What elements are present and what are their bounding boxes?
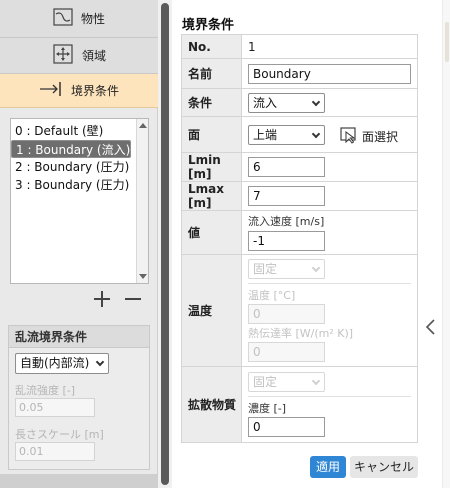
- nav-item-properties[interactable]: 物性: [0, 0, 158, 38]
- apply-button[interactable]: 適用: [310, 456, 346, 478]
- temperature-mode-value: 固定: [253, 262, 278, 276]
- chevron-down-icon: [95, 357, 105, 367]
- no-value: 1: [241, 34, 418, 59]
- panel-scrollbar-thumb[interactable]: [445, 22, 449, 62]
- temperature-label: 温度: [181, 254, 242, 367]
- chevron-down-icon: [311, 129, 321, 138]
- chevron-down-icon: [311, 376, 321, 386]
- cursor-select-icon: [340, 126, 360, 147]
- properties-table: No. 1 名前 Boundary 条件 流入 面 上端 Lmin [m] 6 …: [181, 34, 418, 443]
- temperature-value-label: 温度 [°C]: [248, 289, 296, 302]
- velocity-input[interactable]: -1: [248, 230, 325, 251]
- value-label: 値: [181, 210, 242, 255]
- face-value: 上端: [253, 127, 278, 142]
- nav-item-domain[interactable]: 領域: [0, 38, 158, 74]
- condition-value: 流入: [253, 95, 278, 110]
- temperature-input[interactable]: 0: [248, 304, 325, 324]
- turbulence-intensity-label: 乱流強度 [-]: [15, 384, 76, 397]
- lmin-input[interactable]: 6: [248, 157, 325, 177]
- nav-item-label: 物性: [80, 12, 105, 26]
- lmax-input[interactable]: 7: [248, 186, 325, 206]
- splitter-scrollbar-thumb[interactable]: [161, 3, 169, 485]
- chevron-left-icon[interactable]: [424, 318, 438, 336]
- diffusion-label: 拡散物質: [181, 366, 242, 443]
- turbulence-title: 乱流境界条件: [9, 326, 149, 348]
- turbulence-section: 乱流境界条件 自動(内部流) 乱流強度 [-] 0.05 長さスケール [m] …: [8, 325, 150, 470]
- boundary-list-rows: 0 : Default (壁) 1 : Boundary (流入) 2 : Bo…: [11, 119, 148, 283]
- turbulence-mode-select[interactable]: 自動(内部流): [15, 353, 109, 374]
- face-label: 面: [181, 116, 242, 153]
- graph-icon: [53, 8, 73, 29]
- face-select-button[interactable]: 面選択: [340, 126, 398, 147]
- scroll-up-icon[interactable]: [139, 123, 147, 128]
- temperature-mode-select[interactable]: 固定: [248, 259, 325, 279]
- face-select[interactable]: 上端: [248, 124, 325, 145]
- list-scrollbar[interactable]: [136, 119, 148, 283]
- name-label: 名前: [181, 58, 242, 89]
- panel-scrollbar[interactable]: [442, 0, 450, 488]
- divider: [248, 396, 411, 397]
- nav-item-next[interactable]: [0, 474, 158, 488]
- remove-boundary-button[interactable]: [124, 290, 142, 308]
- name-input[interactable]: Boundary: [248, 63, 411, 84]
- chevron-down-icon: [311, 263, 321, 273]
- length-scale-input[interactable]: 0.01: [15, 442, 95, 461]
- face-select-label: 面選択: [362, 130, 399, 144]
- panel-splitter[interactable]: [158, 0, 172, 488]
- nav-item-label: 領域: [81, 49, 106, 63]
- boundary-list[interactable]: 0 : Default (壁) 1 : Boundary (流入) 2 : Bo…: [10, 118, 149, 284]
- concentration-input[interactable]: 0: [248, 417, 325, 437]
- length-scale-label: 長さスケール [m]: [15, 428, 104, 441]
- lmin-label: Lmin [m]: [181, 152, 242, 182]
- properties-panel: 境界条件 No. 1 名前 Boundary 条件 流入 面 上端 Lmin […: [172, 0, 450, 488]
- turbulence-mode-value: 自動(内部流): [20, 356, 90, 370]
- nav-item-label: 境界条件: [70, 84, 119, 98]
- velocity-label: 流入速度 [m/s]: [248, 214, 325, 228]
- list-item[interactable]: 3 : Boundary (圧力): [11, 176, 136, 194]
- diffusion-mode-select[interactable]: 固定: [248, 372, 325, 392]
- left-panel: 物性 領域 境界条件 0 : Default (壁) 1 : Boundary …: [0, 0, 158, 488]
- scroll-down-icon[interactable]: [139, 274, 147, 279]
- lmax-label: Lmax [m]: [181, 181, 242, 211]
- list-item[interactable]: 0 : Default (壁): [11, 122, 136, 140]
- move-icon: [52, 43, 74, 68]
- arrow-to-wall-icon: [39, 80, 63, 101]
- condition-select[interactable]: 流入: [248, 92, 325, 113]
- divider: [248, 283, 411, 284]
- cancel-button[interactable]: キャンセル: [350, 456, 418, 478]
- htc-input[interactable]: 0: [248, 342, 325, 362]
- turbulence-intensity-input[interactable]: 0.05: [15, 398, 95, 417]
- add-boundary-button[interactable]: [93, 290, 111, 308]
- list-item[interactable]: 2 : Boundary (圧力): [11, 158, 136, 176]
- condition-label: 条件: [181, 88, 242, 117]
- htc-label: 熱伝達率 [W/(m² K)]: [248, 327, 354, 340]
- chevron-down-icon: [311, 97, 321, 106]
- nav-item-boundary-conditions[interactable]: 境界条件: [0, 74, 158, 108]
- diffusion-mode-value: 固定: [253, 375, 278, 389]
- list-item-selected[interactable]: 1 : Boundary (流入): [11, 140, 132, 158]
- page-title: 境界条件: [182, 18, 235, 33]
- no-label: No.: [181, 34, 242, 59]
- concentration-label: 濃度 [-]: [248, 402, 287, 415]
